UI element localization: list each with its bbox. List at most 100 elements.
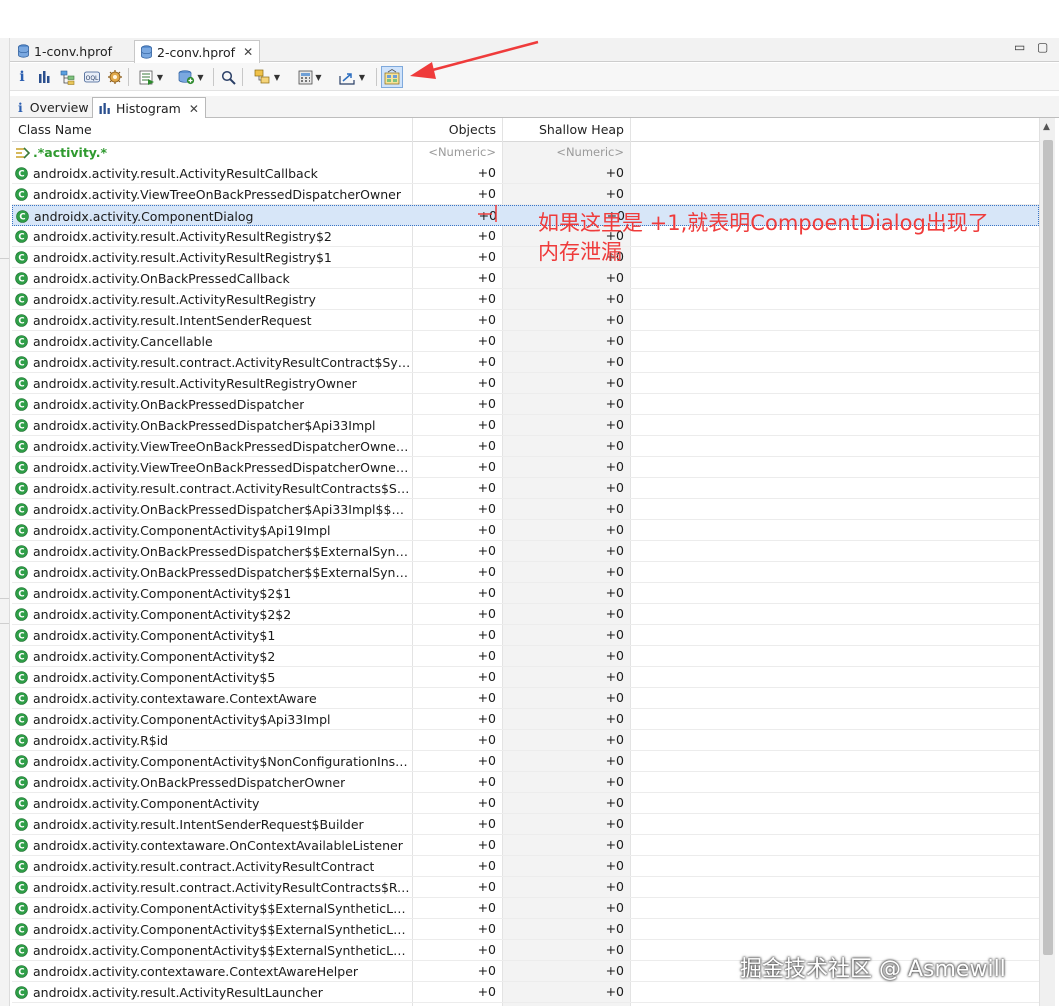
- calculate-retained-size-icon[interactable]: ▼: [292, 66, 328, 88]
- table-row[interactable]: Candroidx.activity.ComponentActivity$$Ex…: [12, 898, 1039, 919]
- left-panel-strip: [0, 38, 10, 1006]
- tab-1-conv-hprof[interactable]: 1-conv.hprof: [12, 40, 118, 62]
- table-row[interactable]: Candroidx.activity.result.contract.Activ…: [12, 877, 1039, 898]
- table-row[interactable]: Candroidx.activity.result.ActivityResult…: [12, 163, 1039, 184]
- table-row[interactable]: Candroidx.activity.result.ActivityResult…: [12, 373, 1039, 394]
- column-header-shallow-heap[interactable]: Shallow Heap: [502, 118, 630, 142]
- compare-to-baseline-icon[interactable]: [381, 66, 403, 88]
- table-row[interactable]: Candroidx.activity.ComponentActivity$2$2…: [12, 604, 1039, 625]
- table-row[interactable]: Candroidx.activity.ComponentActivity$Api…: [12, 709, 1039, 730]
- table-row[interactable]: Candroidx.activity.ViewTreeOnBackPressed…: [12, 184, 1039, 205]
- table-row[interactable]: Candroidx.activity.result.contract.Activ…: [12, 478, 1039, 499]
- histogram-icon[interactable]: [36, 66, 52, 88]
- maximize-icon[interactable]: ▢: [1037, 40, 1048, 54]
- table-row[interactable]: Candroidx.activity.Cancellable +0 +0: [12, 331, 1039, 352]
- table-row[interactable]: Candroidx.activity.result.ActivityResult…: [12, 289, 1039, 310]
- objects-cell: +0: [477, 711, 496, 726]
- objects-cell: +0: [477, 690, 496, 705]
- table-row[interactable]: Candroidx.activity.OnBackPressedCallback…: [12, 268, 1039, 289]
- table-row[interactable]: Candroidx.activity.result.contract.Activ…: [12, 352, 1039, 373]
- class-name-filter[interactable]: .*activity.*: [15, 142, 411, 163]
- shallow-heap-cell: +0: [605, 165, 624, 180]
- table-row[interactable]: Candroidx.activity.ComponentActivity +0 +0: [12, 793, 1039, 814]
- class-name-cell: Candroidx.activity.ComponentActivity$Non…: [15, 751, 411, 771]
- table-row[interactable]: Candroidx.activity.OnBackPressedDispatch…: [12, 394, 1039, 415]
- minimize-icon[interactable]: ▭: [1014, 40, 1025, 54]
- class-icon: C: [15, 880, 28, 894]
- scroll-up-icon[interactable]: ▲: [1043, 122, 1050, 132]
- table-row[interactable]: Candroidx.activity.result.IntentSenderRe…: [12, 814, 1039, 835]
- shallow-heap-cell: +0: [605, 627, 624, 642]
- query-browser-icon[interactable]: ▼: [174, 66, 208, 88]
- table-row[interactable]: Candroidx.activity.result.IntentSenderRe…: [12, 310, 1039, 331]
- shallow-heap-cell: +0: [605, 375, 624, 390]
- tab-overview[interactable]: i Overview: [12, 97, 95, 118]
- shallow-heap-cell: +0: [605, 270, 624, 285]
- class-name-text: androidx.activity.R$id: [33, 732, 169, 748]
- oql-icon[interactable]: OQL: [83, 66, 101, 88]
- class-name-cell: Candroidx.activity.OnBackPressedDispatch…: [15, 415, 411, 435]
- table-row[interactable]: Candroidx.activity.result.ActivityResult…: [12, 982, 1039, 1003]
- export-icon[interactable]: ▼: [333, 66, 371, 88]
- shallow-heap-filter[interactable]: <Numeric>: [502, 142, 624, 163]
- tab-label: Overview: [29, 100, 89, 115]
- svg-text:C: C: [18, 463, 24, 473]
- class-name-text: androidx.activity.OnBackPressedDispatche…: [33, 501, 411, 517]
- shallow-heap-cell: +0: [605, 690, 624, 705]
- heap-dump-icon: [18, 44, 29, 58]
- class-name-cell: Candroidx.activity.OnBackPressedCallback: [15, 268, 411, 288]
- table-row[interactable]: Candroidx.activity.ComponentActivity$2$1…: [12, 583, 1039, 604]
- tab-histogram[interactable]: Histogram ✕: [92, 97, 206, 119]
- table-row[interactable]: Candroidx.activity.contextaware.OnContex…: [12, 835, 1039, 856]
- objects-cell: +0: [477, 753, 496, 768]
- table-row[interactable]: Candroidx.activity.result.contract.Activ…: [12, 856, 1039, 877]
- table-row[interactable]: Candroidx.activity.ComponentActivity$2 +0…: [12, 646, 1039, 667]
- svg-text:C: C: [18, 925, 24, 935]
- column-header-class-name[interactable]: Class Name: [12, 118, 412, 142]
- table-row[interactable]: Candroidx.activity.ComponentActivity$$Ex…: [12, 919, 1039, 940]
- table-row[interactable]: Candroidx.activity.OnBackPressedDispatch…: [12, 772, 1039, 793]
- table-row[interactable]: Candroidx.activity.ViewTreeOnBackPressed…: [12, 457, 1039, 478]
- info-icon: i: [18, 100, 23, 115]
- info-icon[interactable]: i: [15, 66, 29, 88]
- shallow-heap-cell: +0: [605, 438, 624, 453]
- class-name-cell: Candroidx.activity.result.ActivityResult…: [15, 226, 411, 246]
- table-row[interactable]: Candroidx.activity.OnBackPressedDispatch…: [12, 499, 1039, 520]
- close-icon[interactable]: ✕: [189, 102, 199, 116]
- editor-tab-bar: 1-conv.hprof 2-conv.hprof ✕ ▭ ▢: [10, 38, 1059, 63]
- objects-cell: +0: [477, 480, 496, 495]
- table-row[interactable]: Candroidx.activity.ComponentActivity$5 +0…: [12, 667, 1039, 688]
- tab-2-conv-hprof[interactable]: 2-conv.hprof ✕: [134, 40, 261, 63]
- find-object-icon[interactable]: [219, 66, 237, 88]
- class-icon: C: [15, 397, 28, 411]
- class-name-cell: Candroidx.activity.OnBackPressedDispatch…: [15, 394, 411, 414]
- svg-text:C: C: [18, 547, 24, 557]
- table-row[interactable]: Candroidx.activity.ComponentActivity$1 +0…: [12, 625, 1039, 646]
- objects-filter[interactable]: <Numeric>: [412, 142, 496, 163]
- objects-cell: +0: [477, 186, 496, 201]
- table-row[interactable]: Candroidx.activity.OnBackPressedDispatch…: [12, 562, 1039, 583]
- table-row[interactable]: Candroidx.activity.ComponentActivity$Api…: [12, 520, 1039, 541]
- heap-dump-overview-icon[interactable]: [106, 66, 124, 88]
- svg-text:C: C: [19, 212, 25, 222]
- group-by-icon[interactable]: ▼: [249, 66, 285, 88]
- class-name-cell: Candroidx.activity.result.ActivityResult…: [15, 163, 411, 183]
- shallow-heap-cell: +0: [605, 417, 624, 432]
- column-header-objects[interactable]: Objects: [412, 118, 502, 142]
- run-report-icon[interactable]: ▼: [134, 66, 168, 88]
- table-row[interactable]: Candroidx.activity.R$id +0 +0: [12, 730, 1039, 751]
- class-name-cell: Candroidx.activity.OnBackPressedDispatch…: [15, 499, 411, 519]
- class-icon: C: [15, 796, 28, 810]
- table-row[interactable]: Candroidx.activity.ViewTreeOnBackPressed…: [12, 436, 1039, 457]
- dominator-tree-icon[interactable]: [59, 66, 77, 88]
- table-row[interactable]: Candroidx.activity.ComponentActivity$Non…: [12, 751, 1039, 772]
- class-icon: C: [15, 355, 28, 369]
- table-row[interactable]: Candroidx.activity.OnBackPressedDispatch…: [12, 541, 1039, 562]
- svg-text:C: C: [18, 484, 24, 494]
- close-icon[interactable]: ✕: [243, 45, 253, 59]
- objects-cell: +0: [477, 732, 496, 747]
- class-name-text: androidx.activity.OnBackPressedDispatche…: [33, 774, 346, 790]
- table-row[interactable]: Candroidx.activity.OnBackPressedDispatch…: [12, 415, 1039, 436]
- table-row[interactable]: Candroidx.activity.contextaware.ContextA…: [12, 688, 1039, 709]
- svg-text:C: C: [18, 820, 24, 830]
